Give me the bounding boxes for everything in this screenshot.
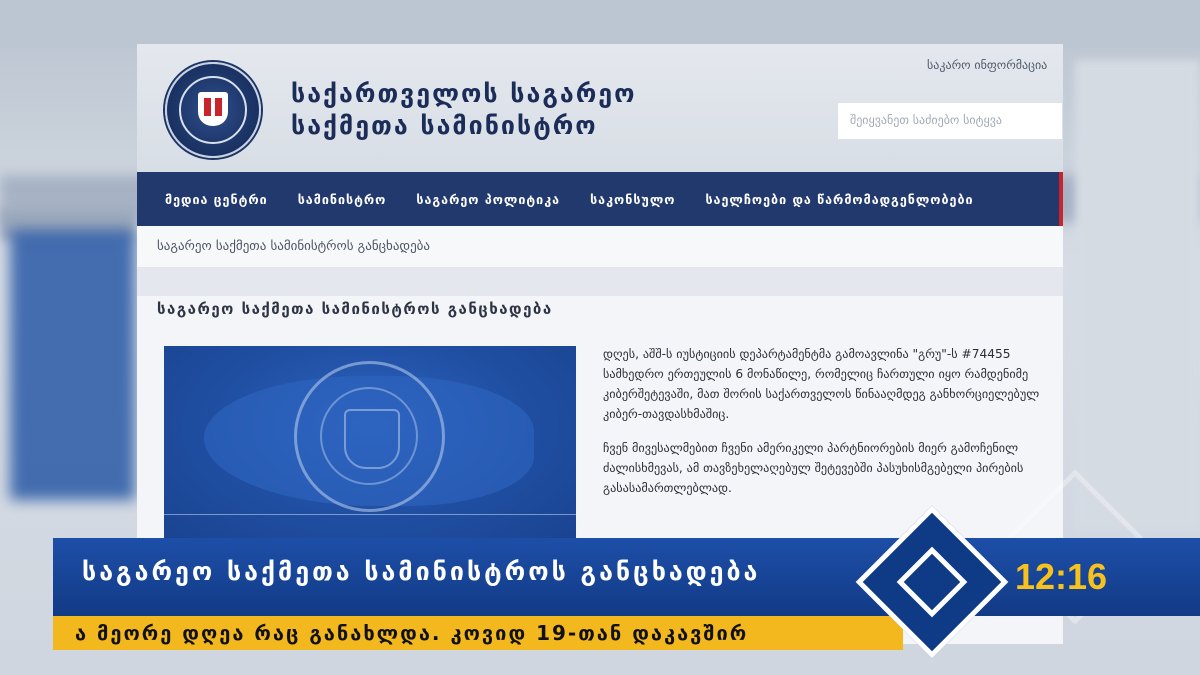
- nav-item-consular[interactable]: საკონსულო: [575, 192, 690, 207]
- article-paragraph: დღეს, აშშ-ს იუსტიციის დეპარტამენტმა გამო…: [603, 347, 1040, 421]
- background-right-strip: [1075, 60, 1200, 530]
- background-top-band: [0, 0, 1200, 48]
- site-header: საქართველოს საგარეო საქმეთა სამინისტრო ს…: [137, 44, 1063, 172]
- nav-item-foreign-policy[interactable]: საგარეო პოლიტიკა: [401, 192, 575, 207]
- nav-item-embassies[interactable]: საელჩოები და წარმომადგენლობები: [690, 192, 988, 207]
- nav-item-ministry[interactable]: სამინისტრო: [283, 192, 402, 207]
- nav-item-media-center[interactable]: მედია ცენტრი: [137, 192, 283, 207]
- public-info-link[interactable]: საკარო ინფორმაცია: [927, 58, 1063, 72]
- article-body: დღეს, აშშ-ს იუსტიციის დეპარტამენტმა გამო…: [603, 344, 1043, 512]
- ministry-emblem-icon[interactable]: [165, 62, 261, 158]
- site-title-line1: საქართველოს საგარეო: [291, 79, 637, 108]
- breadcrumb[interactable]: საგარეო საქმეთა სამინისტროს განცხადება: [137, 226, 1063, 268]
- ticker-headline: საგარეო საქმეთა სამინისტროს განცხადება: [82, 557, 761, 586]
- page-title: საგარეო საქმეთა სამინისტროს განცხადება: [157, 300, 553, 318]
- news-crawl-text: ა მეორე დღეა რაც განახლდა. კოვიდ 19-თან …: [75, 621, 749, 645]
- background-left-image: [10, 230, 135, 500]
- ministry-seal-icon: [294, 361, 445, 512]
- main-nav: მედია ცენტრი სამინისტრო საგარეო პოლიტიკა…: [137, 172, 1063, 226]
- article-paragraph: ჩვენ მივესალმებით ჩვენი ამერიკელი პარტნი…: [603, 441, 1024, 495]
- search-input[interactable]: შეიყვანეთ საძიებო სიტყვა: [837, 102, 1063, 140]
- nav-accent: [1059, 172, 1063, 226]
- section-divider: [137, 268, 1063, 296]
- site-title[interactable]: საქართველოს საგარეო საქმეთა სამინისტრო: [291, 78, 711, 142]
- site-title-line2: საქმეთა სამინისტრო: [291, 111, 598, 140]
- broadcast-clock: 12:16: [1015, 556, 1108, 597]
- article-image: [164, 346, 576, 546]
- image-divider: [164, 514, 576, 515]
